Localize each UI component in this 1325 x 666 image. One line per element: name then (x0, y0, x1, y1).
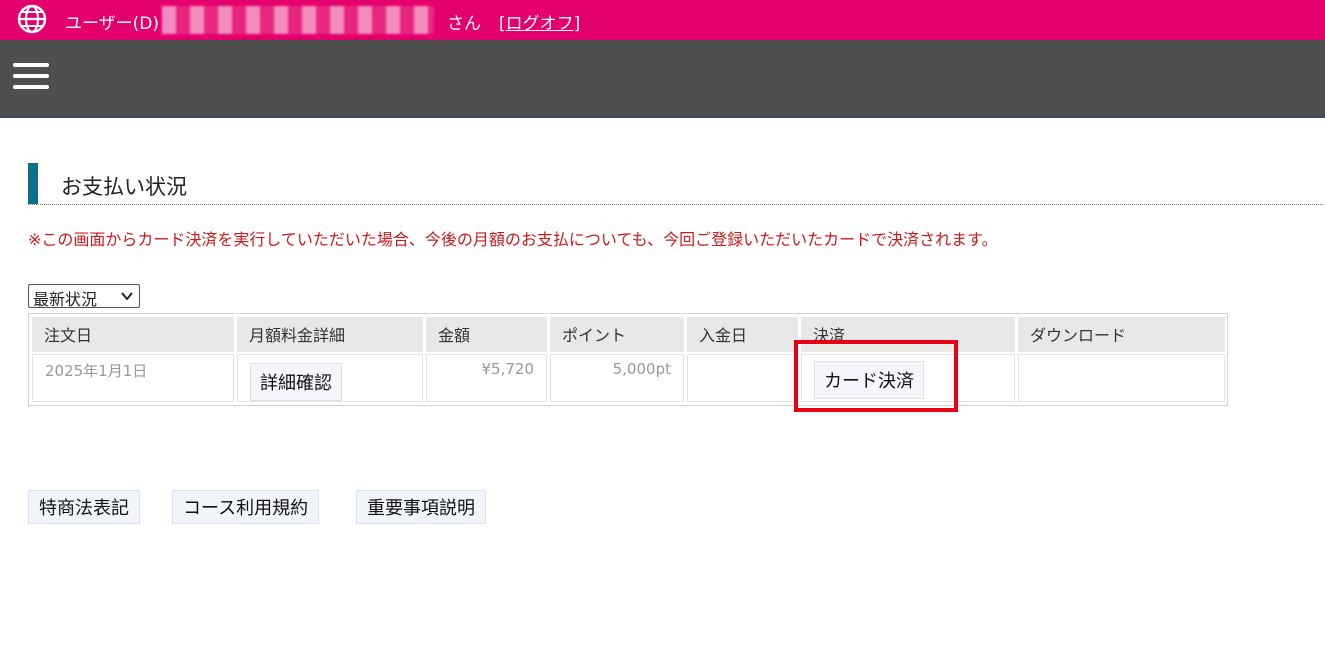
highlight-box (794, 340, 958, 412)
heading-accent-bar (28, 163, 38, 204)
cell-order-date: 2025年1月1日 (32, 354, 234, 402)
column-header-monthly-detail: 月額料金詳細 (237, 317, 423, 352)
redacted-user-id (162, 6, 434, 34)
column-header-download: ダウンロード (1018, 317, 1225, 352)
cell-amount: ¥5,720 (426, 354, 547, 402)
cell-points: 5,000pt (550, 354, 684, 402)
nav-bar (0, 40, 1325, 118)
cell-paid-date (687, 354, 798, 402)
cell-monthly-detail: 詳細確認 (237, 354, 423, 402)
column-header-order-date: 注文日 (32, 317, 234, 352)
payment-table: 注文日 月額料金詳細 金額 ポイント 入金日 決済 ダウンロード 2025年1月… (28, 313, 1228, 406)
hamburger-menu-icon[interactable] (13, 61, 49, 91)
page-title: お支払い状況 (61, 175, 187, 199)
globe-icon (17, 4, 47, 34)
chevron-down-icon (121, 287, 133, 309)
footer-link-tokushoho[interactable]: 特商法表記 (28, 490, 140, 524)
column-header-points: ポイント (550, 317, 684, 352)
section-heading: お支払い状況 (28, 163, 1323, 205)
user-name-prefix: ユーザー(D) (65, 14, 160, 34)
logout-link[interactable]: ログオフ (506, 14, 574, 34)
status-filter-select[interactable]: 最新状況 (28, 284, 140, 309)
logout-link-wrapper: [ログオフ] (499, 14, 581, 34)
cell-download (1018, 354, 1225, 402)
column-header-paid-date: 入金日 (687, 317, 798, 352)
status-filter-value: 最新状況 (33, 290, 98, 309)
user-honorific: さん (447, 14, 481, 34)
footer-link-course-terms[interactable]: コース利用規約 (172, 490, 320, 524)
detail-confirm-button[interactable]: 詳細確認 (250, 363, 342, 401)
top-bar: ユーザー(D) さん [ログオフ] (0, 0, 1325, 40)
column-header-amount: 金額 (426, 317, 547, 352)
footer-link-important-notes[interactable]: 重要事項説明 (356, 490, 486, 524)
payment-notice: ※この画面からカード決済を実行していただいた場合、今後の月額のお支払についても、… (28, 230, 998, 249)
